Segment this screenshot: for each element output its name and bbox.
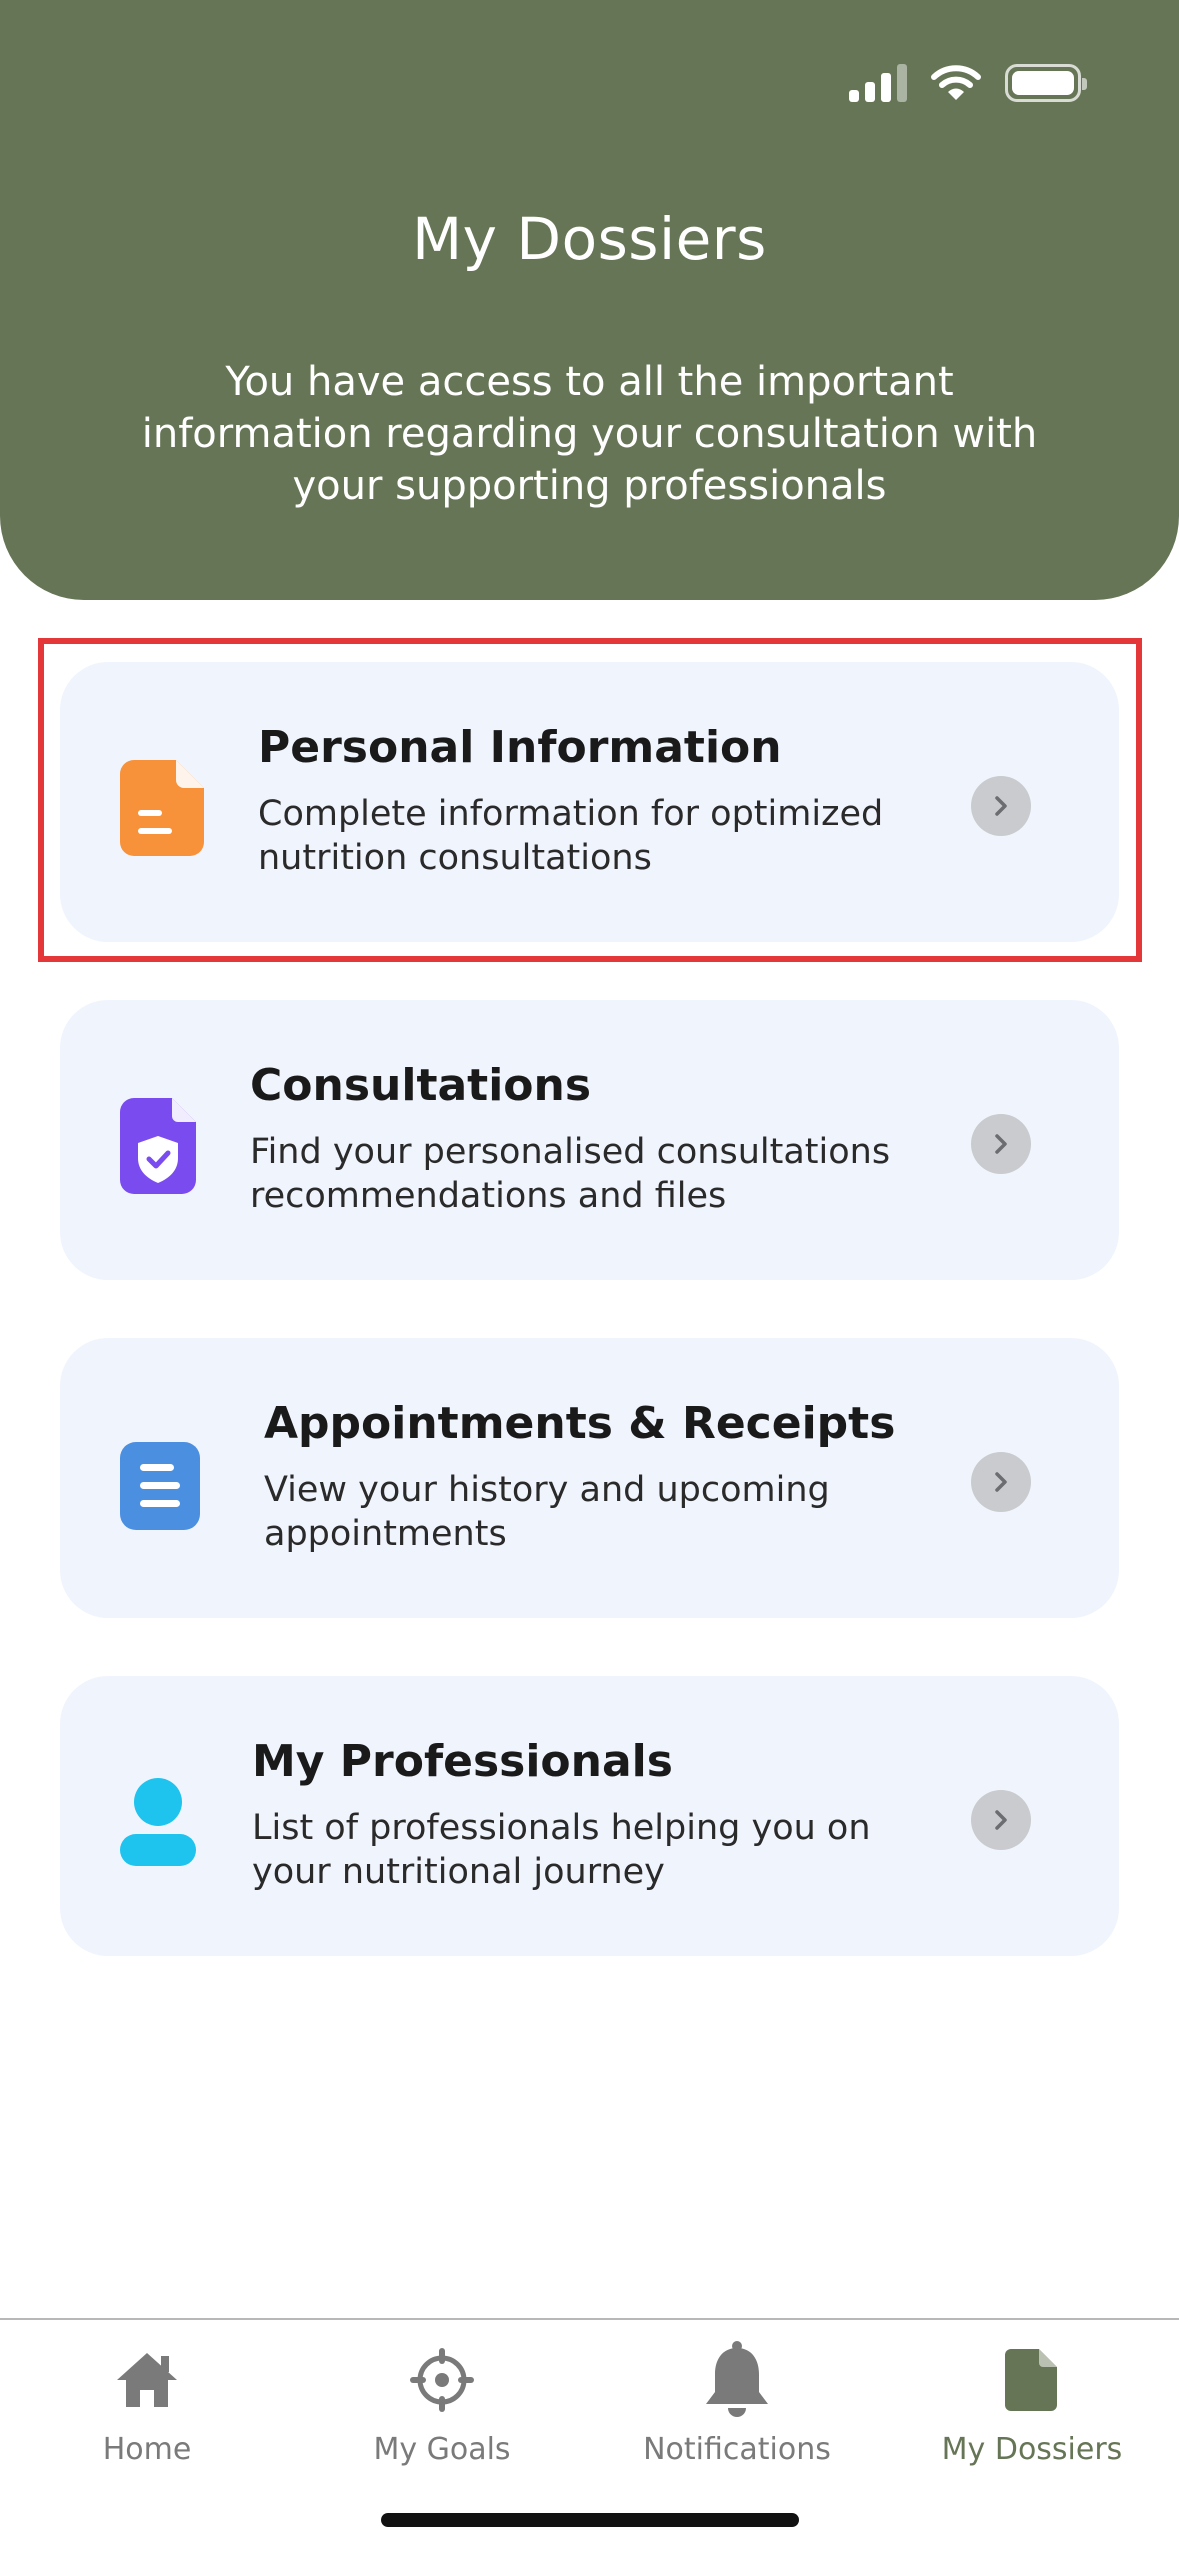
- page-title: My Dossiers: [412, 205, 767, 273]
- card-appointments-receipts[interactable]: Appointments & Receipts View your histor…: [60, 1338, 1119, 1618]
- tab-my-goals[interactable]: My Goals: [295, 2320, 589, 2480]
- home-indicator[interactable]: [381, 2513, 799, 2527]
- card-title: Appointments & Receipts: [264, 1398, 896, 1449]
- battery-icon: [1005, 64, 1087, 102]
- target-icon: [410, 2348, 474, 2412]
- chevron-right-icon[interactable]: [971, 1790, 1031, 1850]
- tab-label: My Goals: [373, 2432, 511, 2467]
- file-icon: [1005, 2349, 1057, 2411]
- chevron-right-icon[interactable]: [971, 1452, 1031, 1512]
- card-title: Personal Information: [258, 722, 782, 773]
- bell-icon: [706, 2341, 768, 2417]
- page-subtitle: You have access to all the important inf…: [141, 359, 1038, 509]
- signal-icon: [849, 64, 907, 102]
- status-bar: [849, 64, 1087, 102]
- card-description: Find your personalised consultations rec…: [250, 1132, 891, 1216]
- tab-label: My Dossiers: [941, 2432, 1123, 2467]
- header: My Dossiers You have access to all the i…: [0, 0, 1179, 600]
- person-icon: [120, 1778, 196, 1866]
- home-icon: [117, 2353, 177, 2407]
- document-icon: [120, 760, 204, 856]
- tab-notifications[interactable]: Notifications: [590, 2320, 884, 2480]
- card-description: List of professionals helping you on you…: [252, 1808, 871, 1892]
- card-consultations[interactable]: Consultations Find your personalised con…: [60, 1000, 1119, 1280]
- card-title: My Professionals: [252, 1736, 673, 1787]
- tab-label: Home: [102, 2432, 192, 2467]
- wifi-icon: [931, 65, 981, 100]
- card-title: Consultations: [250, 1060, 592, 1111]
- list-document-icon: [120, 1442, 200, 1530]
- card-description: Complete information for optimized nutri…: [258, 794, 884, 878]
- card-personal-information[interactable]: Personal Information Complete informatio…: [60, 662, 1119, 942]
- tab-label: Notifications: [643, 2432, 831, 2467]
- screen: My Dossiers You have access to all the i…: [0, 0, 1179, 2556]
- card-my-professionals[interactable]: My Professionals List of professionals h…: [60, 1676, 1119, 1956]
- tab-home[interactable]: Home: [0, 2320, 294, 2480]
- shield-document-icon: [120, 1098, 196, 1194]
- chevron-right-icon[interactable]: [971, 1114, 1031, 1174]
- tab-my-dossiers[interactable]: My Dossiers: [885, 2320, 1179, 2480]
- chevron-right-icon[interactable]: [971, 776, 1031, 836]
- card-description: View your history and upcoming appointme…: [264, 1470, 830, 1554]
